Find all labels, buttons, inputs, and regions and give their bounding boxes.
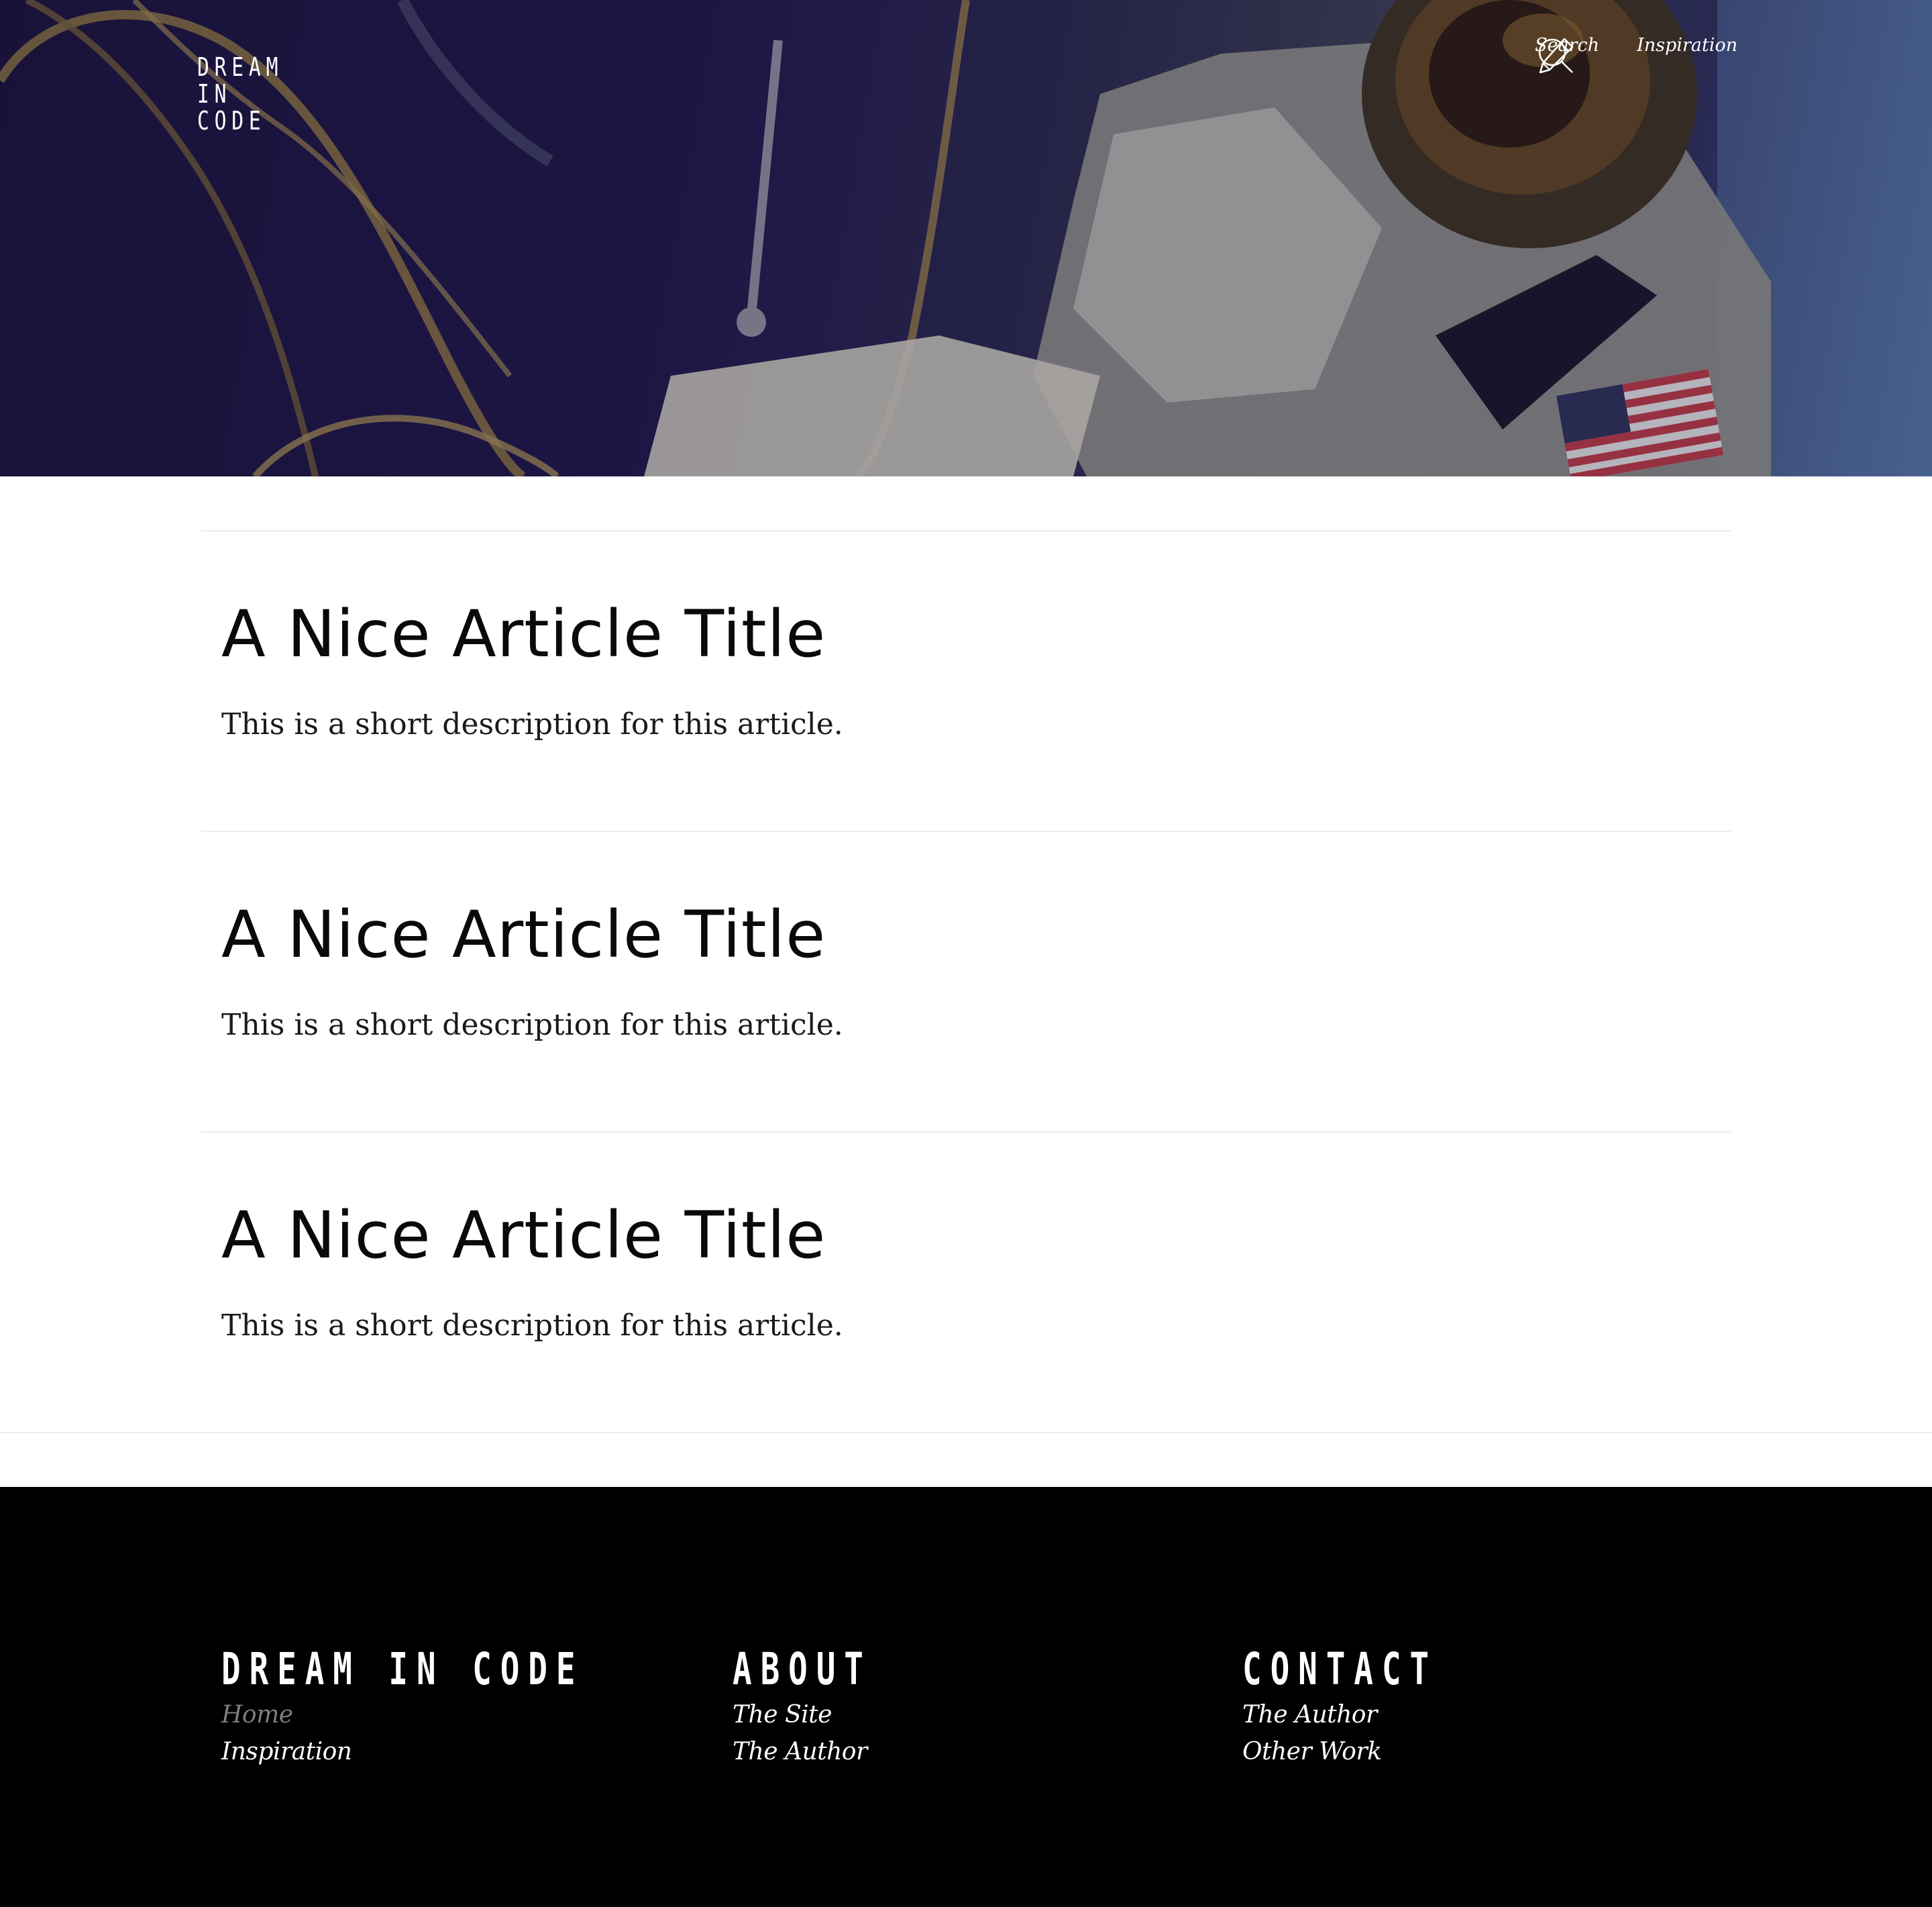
footer-links: The Author Other Work [1242,1696,1513,1770]
site-footer: DREAM IN CODE Home Inspiration ABOUT The… [0,1487,1932,1907]
footer-column-contact: CONTACT The Author Other Work [1242,1645,1513,1770]
footer-heading: CONTACT [1242,1643,1438,1695]
content-divider [0,1432,1932,1433]
article-description: This is a short description for this art… [221,1308,843,1343]
footer-heading: ABOUT [733,1643,872,1695]
footer-heading: DREAM IN CODE [221,1643,584,1695]
article-list: A Nice Article Title This is a short des… [201,530,1731,1432]
header-nav: Search Inspiration [1535,35,1737,74]
footer-link-inspiration[interactable]: Inspiration [221,1733,725,1770]
footer-column-brand: DREAM IN CODE Home Inspiration [221,1645,725,1770]
article-item: A Nice Article Title This is a short des… [201,530,1731,831]
footer-link-the-site[interactable]: The Site [733,1696,926,1733]
footer-links: Home Inspiration [221,1696,725,1770]
article-title[interactable]: A Nice Article Title [221,597,1731,671]
article-title[interactable]: A Nice Article Title [221,898,1731,972]
footer-column-about: ABOUT The Site The Author [733,1645,926,1770]
footer-link-contact-author[interactable]: The Author [1242,1696,1513,1733]
nav-item-inspiration[interactable]: Inspiration [1539,35,1737,74]
site-logo[interactable]: DREAM IN CODE [197,54,313,134]
footer-links: The Site The Author [733,1696,926,1770]
nav-item-label: Inspiration [1637,35,1737,56]
footer-link-home[interactable]: Home [221,1696,725,1733]
footer-link-other-work[interactable]: Other Work [1242,1733,1513,1770]
hero-header: DREAM IN CODE Search Inspiration [0,0,1932,476]
article-title[interactable]: A Nice Article Title [221,1198,1731,1272]
article-description: This is a short description for this art… [221,1008,843,1042]
article-item: A Nice Article Title This is a short des… [201,831,1731,1131]
pencil-icon [1539,38,1574,74]
article-description: This is a short description for this art… [221,707,843,741]
article-item: A Nice Article Title This is a short des… [201,1131,1731,1432]
footer-link-the-author[interactable]: The Author [733,1733,926,1770]
